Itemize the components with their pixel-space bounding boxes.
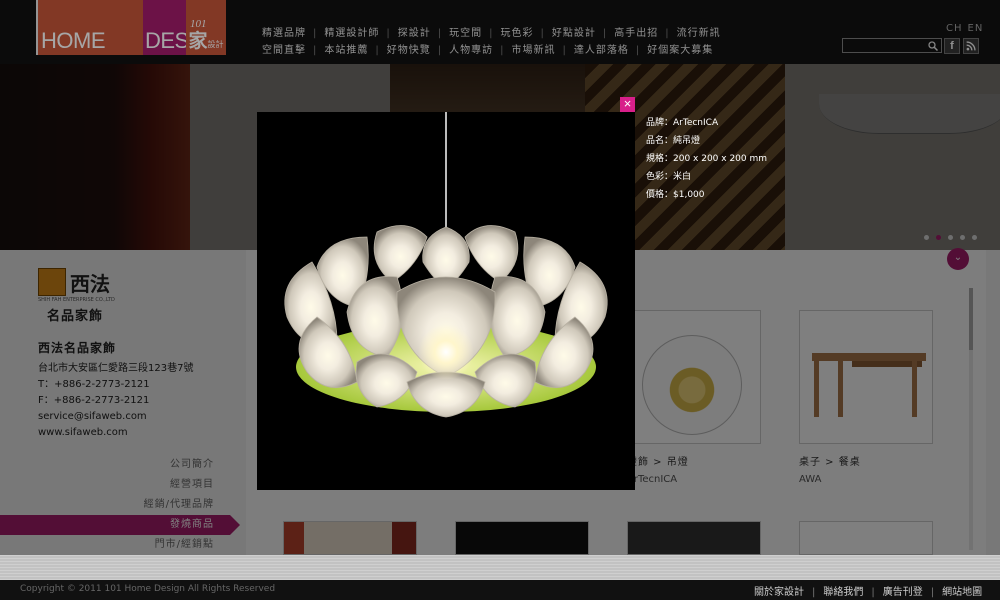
spec-line: 色彩：米白 xyxy=(646,172,692,182)
footer-divider xyxy=(0,555,1000,580)
lotus-pendant-lamp-image xyxy=(284,112,608,418)
footer-link[interactable]: 聯絡我們 xyxy=(823,587,863,598)
lightbox-product-image xyxy=(257,112,635,490)
footer-links: 關於家設計 | 聯絡我們 | 廣告刊登 | 網站地圖 xyxy=(754,583,982,598)
copyright-text: Copyright © 2011 101 Home Design All Rig… xyxy=(20,584,276,594)
lightbox-header-shade xyxy=(0,0,1000,64)
footer-link[interactable]: 關於家設計 xyxy=(754,587,804,598)
close-button[interactable]: × xyxy=(620,97,635,112)
footer-link[interactable]: 廣告刊登 xyxy=(883,587,923,598)
product-specs: 品牌：ArTecnICA 品名：純吊燈規格：200 x 200 x 200 mm 色… xyxy=(646,114,767,204)
spec-line: 品牌：ArTecnICA xyxy=(646,118,719,128)
footer-separator: | xyxy=(812,587,816,598)
spec-line: 品名：純吊燈 xyxy=(646,136,701,146)
spec-line: 規格：200 x 200 x 200 mm xyxy=(646,154,768,164)
spec-line: 價格：$1,000 xyxy=(646,190,705,200)
footer-separator: | xyxy=(930,587,935,598)
site-footer: Copyright © 2011 101 Home Design All Rig… xyxy=(0,580,1000,600)
footer-separator: | xyxy=(871,587,875,598)
footer-link[interactable]: 網站地圖 xyxy=(942,587,982,598)
